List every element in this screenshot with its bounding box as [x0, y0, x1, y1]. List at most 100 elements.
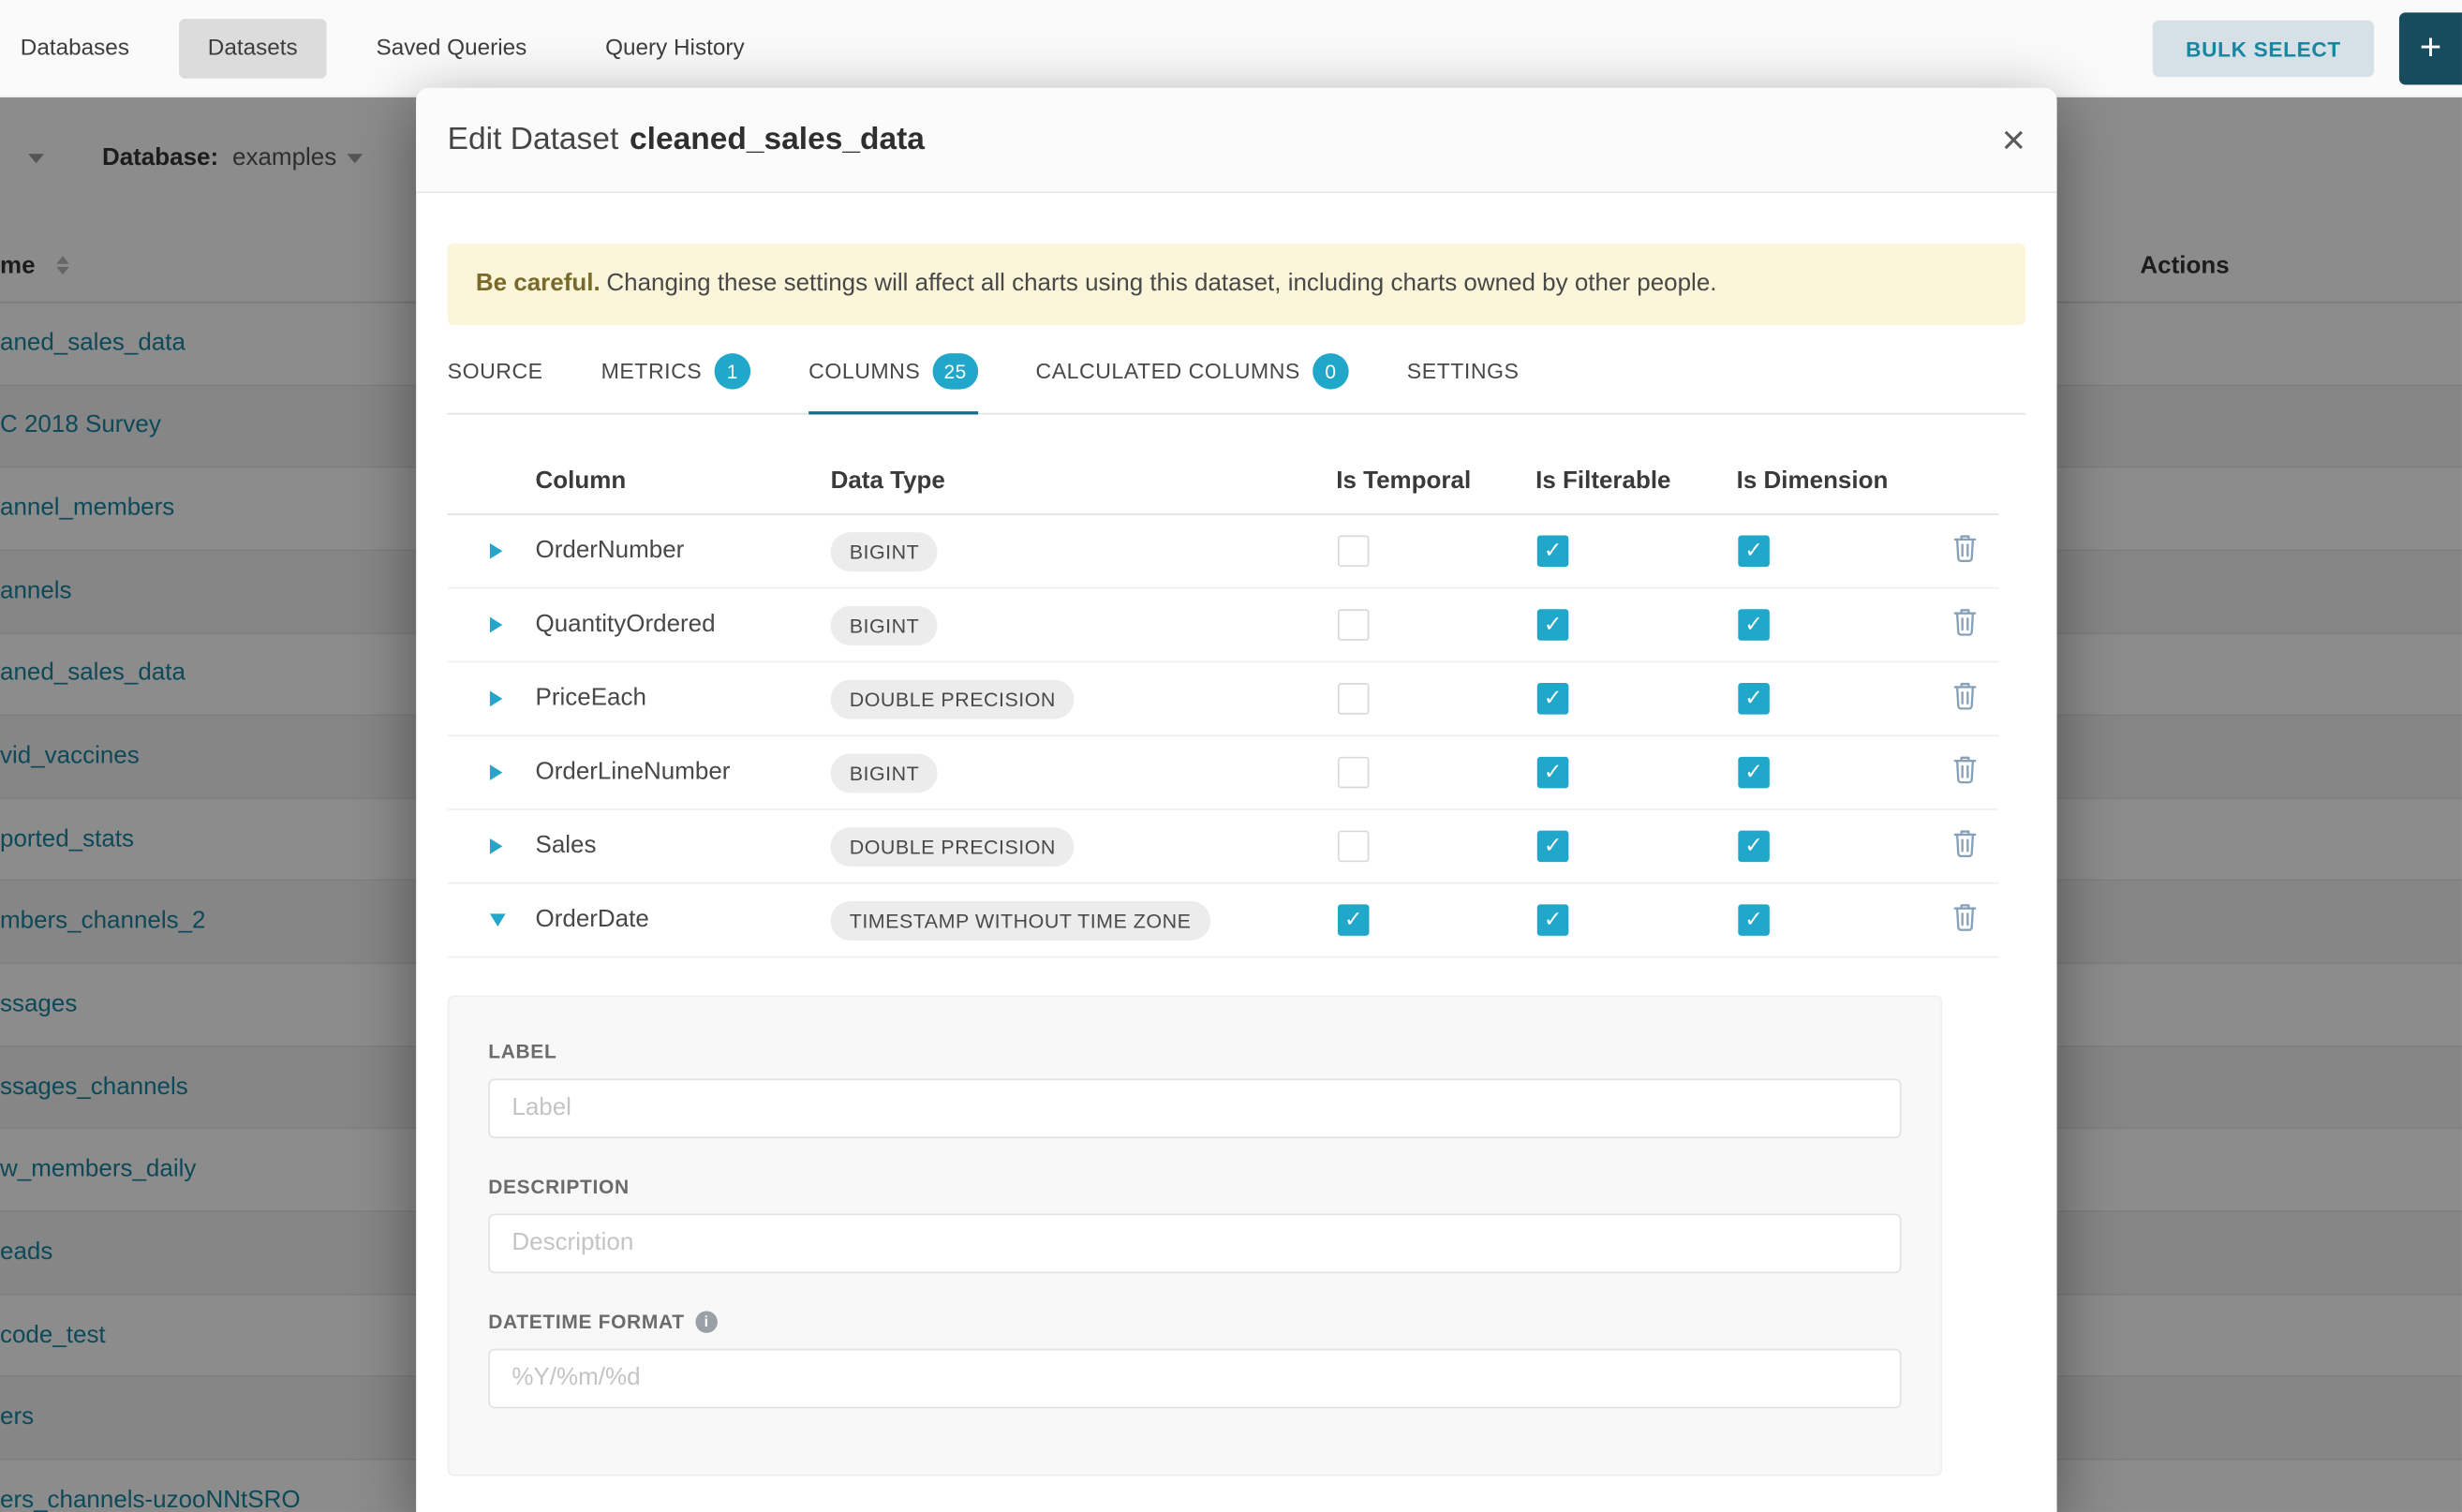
table-row: QuantityOrdered BIGINT — [448, 589, 1999, 663]
modal-title-prefix: Edit Dataset — [448, 122, 619, 156]
expand-caret-icon[interactable] — [490, 690, 502, 706]
columns-table-header: Column Data Type Is Temporal Is Filterab… — [448, 449, 1999, 514]
label-field-group: LABEL — [488, 1041, 1901, 1138]
label-input[interactable] — [488, 1078, 1901, 1138]
table-row: OrderDate TIMESTAMP WITHOUT TIME ZONE — [448, 884, 1999, 958]
expand-caret-icon[interactable] — [490, 838, 502, 854]
edit-dataset-modal: Edit Dataset cleaned_sales_data × Be care… — [416, 88, 2056, 1512]
nav-item-datasets[interactable]: Datasets — [180, 18, 326, 78]
column-name: OrderLineNumber — [536, 759, 831, 787]
data-type-pill: BIGINT — [831, 753, 939, 793]
tab-label: METRICS — [601, 360, 703, 383]
tab-label: SOURCE — [448, 360, 543, 383]
nav-item-query-history[interactable]: Query History — [577, 18, 773, 78]
expand-caret-icon[interactable] — [490, 543, 502, 559]
screen: Database: examples me Actions aned_sales… — [0, 0, 2462, 1512]
top-nav: Databases Datasets Saved Queries Query H… — [0, 0, 2462, 97]
modal-title: Edit Dataset cleaned_sales_data — [448, 122, 925, 158]
info-icon[interactable]: i — [695, 1311, 717, 1332]
description-field-label: DESCRIPTION — [488, 1176, 1901, 1197]
is-dimension-checkbox[interactable] — [1738, 536, 1770, 568]
datetime-format-input[interactable] — [488, 1349, 1901, 1409]
expand-caret-icon[interactable] — [490, 617, 502, 633]
label-field-label: LABEL — [488, 1041, 1901, 1062]
column-name: PriceEach — [536, 685, 831, 713]
is-filterable-checkbox[interactable] — [1537, 904, 1569, 936]
tab-metrics[interactable]: METRICS 1 — [601, 347, 751, 414]
delete-icon[interactable] — [1951, 828, 1978, 856]
datetime-format-field-label: DATETIME FORMAT i — [488, 1311, 1901, 1332]
description-field-group: DESCRIPTION — [488, 1176, 1901, 1273]
tab-calculated-columns[interactable]: CALCULATED COLUMNS 0 — [1036, 347, 1349, 414]
column-name: OrderNumber — [536, 537, 831, 565]
delete-icon[interactable] — [1951, 681, 1978, 709]
collapse-caret-icon[interactable] — [490, 913, 506, 926]
column-name: Sales — [536, 832, 831, 860]
datetime-format-field-group: DATETIME FORMAT i — [488, 1311, 1901, 1408]
tab-settings[interactable]: SETTINGS — [1407, 347, 1520, 414]
table-row: OrderLineNumber BIGINT — [448, 736, 1999, 810]
is-dimension-header: Is Dimension — [1737, 467, 1952, 496]
app: Database: examples me Actions aned_sales… — [0, 0, 2462, 1512]
bulk-select-button[interactable]: BULK SELECT — [2153, 21, 2374, 77]
is-temporal-checkbox[interactable] — [1338, 831, 1370, 863]
tab-label: COLUMNS — [808, 360, 920, 383]
nav-item-saved-queries[interactable]: Saved Queries — [348, 18, 555, 78]
delete-icon[interactable] — [1951, 754, 1978, 782]
modal-header: Edit Dataset cleaned_sales_data × — [416, 88, 2056, 193]
add-dataset-button[interactable]: + — [2399, 12, 2462, 84]
calculated-columns-count-badge: 0 — [1313, 353, 1349, 390]
close-icon[interactable]: × — [2002, 119, 2025, 160]
is-filterable-checkbox[interactable] — [1537, 609, 1569, 641]
table-row: PriceEach DOUBLE PRECISION — [448, 662, 1999, 736]
is-temporal-checkbox[interactable] — [1338, 683, 1370, 715]
is-filterable-checkbox[interactable] — [1537, 757, 1569, 789]
nav-right-actions: BULK SELECT + — [2153, 0, 2462, 97]
is-temporal-checkbox[interactable] — [1338, 609, 1370, 641]
metrics-count-badge: 1 — [715, 353, 751, 390]
is-temporal-header: Is Temporal — [1336, 467, 1535, 496]
warning-text: Changing these settings will affect all … — [606, 270, 1716, 296]
delete-icon[interactable] — [1951, 607, 1978, 635]
modal-tabs: SOURCE METRICS 1 COLUMNS 25 CALCULATED C… — [448, 347, 2025, 414]
data-type-pill: BIGINT — [831, 531, 939, 571]
is-dimension-checkbox[interactable] — [1738, 904, 1770, 936]
is-filterable-checkbox[interactable] — [1537, 831, 1569, 863]
is-dimension-checkbox[interactable] — [1738, 831, 1770, 863]
is-filterable-checkbox[interactable] — [1537, 536, 1569, 568]
columns-table: Column Data Type Is Temporal Is Filterab… — [448, 449, 1999, 957]
is-temporal-checkbox[interactable] — [1338, 757, 1370, 789]
data-type-pill: DOUBLE PRECISION — [831, 679, 1075, 719]
is-dimension-checkbox[interactable] — [1738, 609, 1770, 641]
column-header: Column — [536, 467, 831, 496]
column-name: QuantityOrdered — [536, 611, 831, 639]
is-filterable-checkbox[interactable] — [1537, 683, 1569, 715]
nav-item-databases[interactable]: Databases — [21, 18, 157, 78]
tab-source[interactable]: SOURCE — [448, 347, 543, 414]
column-detail-panel: LABEL DESCRIPTION DATETIME FORMAT i — [448, 996, 1943, 1476]
plus-icon: + — [2420, 26, 2441, 70]
warning-bold: Be careful. — [476, 270, 601, 296]
data-type-pill: BIGINT — [831, 605, 939, 645]
data-type-pill: TIMESTAMP WITHOUT TIME ZONE — [831, 900, 1210, 940]
is-temporal-checkbox[interactable] — [1338, 536, 1370, 568]
columns-count-badge: 25 — [933, 353, 978, 390]
description-input[interactable] — [488, 1214, 1901, 1274]
is-temporal-checkbox[interactable] — [1338, 904, 1370, 936]
delete-icon[interactable] — [1951, 533, 1978, 561]
expand-caret-icon[interactable] — [490, 764, 502, 780]
delete-icon[interactable] — [1951, 902, 1978, 930]
tab-label: CALCULATED COLUMNS — [1036, 360, 1300, 383]
column-name: OrderDate — [536, 906, 831, 934]
modal-body: Be careful.Changing these settings will … — [416, 244, 2056, 1476]
tab-columns[interactable]: COLUMNS 25 — [808, 347, 977, 414]
warning-banner: Be careful.Changing these settings will … — [448, 244, 2025, 325]
table-row: Sales DOUBLE PRECISION — [448, 810, 1999, 884]
data-type-pill: DOUBLE PRECISION — [831, 826, 1075, 866]
is-dimension-checkbox[interactable] — [1738, 757, 1770, 789]
tab-label: SETTINGS — [1407, 360, 1520, 383]
is-filterable-header: Is Filterable — [1535, 467, 1737, 496]
is-dimension-checkbox[interactable] — [1738, 683, 1770, 715]
table-row: OrderNumber BIGINT — [448, 515, 1999, 589]
modal-title-dataset-name: cleaned_sales_data — [630, 122, 925, 156]
